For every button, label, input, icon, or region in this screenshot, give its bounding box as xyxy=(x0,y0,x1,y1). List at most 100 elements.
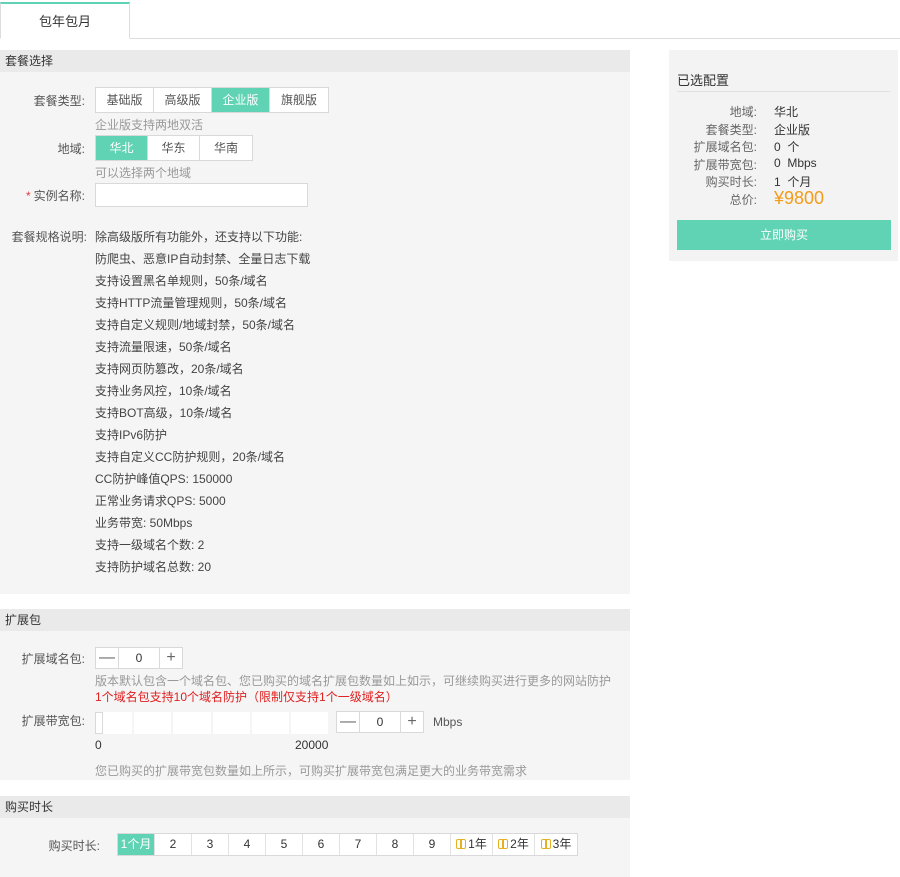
slider-segment xyxy=(290,712,331,734)
duration-option[interactable]: 6 xyxy=(303,834,340,855)
duration-option-label: 5 xyxy=(280,837,288,851)
summary-total-key: 总价: xyxy=(729,193,757,207)
duration-option-label: 7 xyxy=(354,837,362,851)
slider-handle[interactable] xyxy=(95,712,103,734)
plan-type-selector: 基础版 高级版 企业版 旗舰版 xyxy=(95,87,329,113)
spec-line: 支持设置黑名单规则，50条/域名 xyxy=(95,274,268,288)
ext-bw-value[interactable]: 0 xyxy=(359,712,401,732)
instance-name-label-text: 实例名称: xyxy=(33,189,85,203)
buy-now-button[interactable]: 立即购买 xyxy=(677,220,891,250)
spec-line: 正常业务请求QPS: 5000 xyxy=(95,494,226,508)
ext-bw-label: 扩展带宽包: xyxy=(21,714,85,728)
spec-line: 除高级版所有功能外，还支持以下功能: xyxy=(95,230,303,244)
summary-region-key: 地域: xyxy=(729,105,757,119)
duration-option-label: 1年 xyxy=(468,837,487,851)
region-hint: 可以选择两个地域 xyxy=(95,166,192,180)
ext-bw-plus-button[interactable]: + xyxy=(401,712,423,732)
ext-bw-min: 0 xyxy=(95,738,102,752)
gift-icon xyxy=(540,839,551,849)
ext-domain-hint: 版本默认包含一个域名包、您已购买的域名扩展包数量如上如示，可继续购买进行更多的网… xyxy=(95,674,612,688)
summary-panel: 已选配置 地域: 华北 套餐类型: 企业版 扩展域名包: 0 个 扩展带宽包: … xyxy=(669,50,898,261)
ext-bw-stepper: — 0 + xyxy=(336,711,424,733)
duration-option[interactable]: 2 xyxy=(155,834,192,855)
duration-option[interactable]: 2年 xyxy=(493,834,535,855)
ext-domain-warning: 1个域名包支持10个域名防护（限制仅支持1个一级域名） xyxy=(95,690,398,704)
ext-domain-label: 扩展域名包: xyxy=(21,652,85,666)
gift-icon xyxy=(456,839,467,849)
ext-bw-slider[interactable] xyxy=(95,712,331,734)
ext-bw-minus-button[interactable]: — xyxy=(337,712,359,732)
duration-option-label: 8 xyxy=(391,837,399,851)
spec-line: 支持BOT高级，10条/域名 xyxy=(95,406,233,420)
plan-type-basic[interactable]: 基础版 xyxy=(96,88,154,112)
spec-line: 支持HTTP流量管理规则，50条/域名 xyxy=(95,296,288,310)
duration-option[interactable]: 8 xyxy=(377,834,414,855)
duration-option[interactable]: 3 xyxy=(192,834,229,855)
extension-panel-title: 扩展包 xyxy=(0,609,630,631)
spec-line: 业务带宽: 50Mbps xyxy=(95,516,193,530)
region-east[interactable]: 华东 xyxy=(148,136,200,160)
plan-type-hint: 企业版支持两地双活 xyxy=(95,118,204,132)
summary-domain-value: 0 个 xyxy=(774,140,800,154)
duration-option-label: 4 xyxy=(243,837,251,851)
spec-line: 支持流量限速，50条/域名 xyxy=(95,340,232,354)
instance-name-label: * 实例名称: xyxy=(10,187,85,204)
region-label: 地域: xyxy=(57,142,85,156)
duration-option[interactable]: 7 xyxy=(340,834,377,855)
duration-option-label: 3年 xyxy=(552,837,572,851)
duration-option[interactable]: 9 xyxy=(414,834,451,855)
ext-domain-plus-button[interactable]: + xyxy=(160,648,182,668)
summary-type-key: 套餐类型: xyxy=(705,123,757,137)
duration-option-label: 6 xyxy=(317,837,325,851)
duration-option[interactable]: 4 xyxy=(229,834,266,855)
ext-domain-stepper: — 0 + xyxy=(95,647,183,669)
spec-line: 支持防护域名总数: 20 xyxy=(95,560,212,574)
spec-line: 支持自定义规则/地域封禁，50条/域名 xyxy=(95,318,296,332)
summary-bw-key: 扩展带宽包: xyxy=(693,158,757,172)
spec-line: 防爬虫、恶意IP自动封禁、全量日志下载 xyxy=(95,252,311,266)
summary-title: 已选配置 xyxy=(677,73,730,88)
ext-bw-unit: Mbps xyxy=(433,715,463,729)
duration-option[interactable]: 5 xyxy=(266,834,303,855)
region-south[interactable]: 华南 xyxy=(200,136,252,160)
duration-option[interactable]: 1年 xyxy=(451,834,493,855)
slider-segment xyxy=(134,712,174,734)
spec-label: 套餐规格说明: xyxy=(11,230,87,244)
summary-region-value: 华北 xyxy=(774,105,799,119)
instance-name-input[interactable] xyxy=(95,183,308,207)
region-north[interactable]: 华北 xyxy=(96,136,148,160)
slider-segment xyxy=(251,712,291,734)
duration-option-label: 1个月 xyxy=(120,837,152,851)
summary-type-value: 企业版 xyxy=(774,123,811,137)
plan-type-label: 套餐类型: xyxy=(33,94,85,108)
plan-type-advanced[interactable]: 高级版 xyxy=(154,88,212,112)
duration-option-label: 3 xyxy=(206,837,214,851)
duration-option[interactable]: 3年 xyxy=(535,834,577,855)
plan-type-flagship[interactable]: 旗舰版 xyxy=(270,88,328,112)
duration-option-label: 2年 xyxy=(510,837,529,851)
plan-panel-title: 套餐选择 xyxy=(0,50,630,72)
duration-option-label: 9 xyxy=(428,837,436,851)
summary-domain-key: 扩展域名包: xyxy=(693,140,757,154)
spec-line: 支持一级域名个数: 2 xyxy=(95,538,205,552)
ext-domain-minus-button[interactable]: — xyxy=(96,648,118,668)
region-selector: 华北 华东 华南 xyxy=(95,135,253,161)
required-mark: * xyxy=(25,189,31,203)
slider-segment xyxy=(212,712,252,734)
spec-line: 支持网页防篡改，20条/域名 xyxy=(95,362,244,376)
duration-panel-title: 购买时长 xyxy=(0,796,630,818)
duration-option-label: 2 xyxy=(169,837,177,851)
duration-option[interactable]: 1个月 xyxy=(118,834,155,855)
duration-label: 购买时长: xyxy=(48,839,100,853)
tab-yearly-monthly[interactable]: 包年包月 xyxy=(0,2,130,39)
summary-total-price: ¥9800 xyxy=(774,188,825,208)
summary-divider xyxy=(677,91,890,92)
spec-line: CC防护峰值QPS: 150000 xyxy=(95,472,233,486)
spec-line: 支持自定义CC防护规则，20条/域名 xyxy=(95,450,286,464)
plan-type-enterprise[interactable]: 企业版 xyxy=(212,88,270,112)
tab-bar: 包年包月 xyxy=(0,0,900,39)
spec-line: 支持业务风控，10条/域名 xyxy=(95,384,232,398)
ext-domain-value[interactable]: 0 xyxy=(118,648,160,668)
gift-icon xyxy=(498,839,509,849)
summary-bw-value: 0 Mbps xyxy=(774,156,817,170)
